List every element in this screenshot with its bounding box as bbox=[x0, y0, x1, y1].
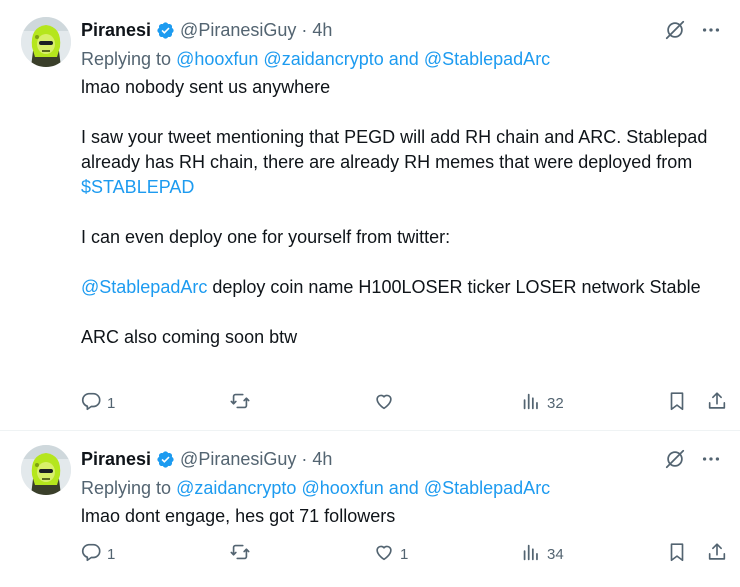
replying-prefix: Replying to bbox=[81, 478, 172, 498]
views-count: 32 bbox=[547, 394, 564, 412]
mention-link[interactable]: @zaidancrypto bbox=[176, 478, 296, 498]
avatar-image bbox=[21, 445, 71, 495]
repost-button[interactable] bbox=[229, 390, 256, 416]
views-icon bbox=[520, 541, 542, 567]
tweet-paragraph: @StablepadArc deploy coin name H100LOSER… bbox=[81, 275, 722, 300]
like-button[interactable]: 1 bbox=[373, 541, 408, 567]
like-icon bbox=[373, 541, 395, 567]
like-icon bbox=[373, 390, 395, 416]
views-button[interactable]: 34 bbox=[520, 541, 564, 567]
grok-icon[interactable] bbox=[664, 17, 686, 43]
like-count: 1 bbox=[400, 545, 409, 563]
tweet-text: lmao nobody sent us anywhere I saw your … bbox=[81, 75, 722, 350]
repost-icon bbox=[229, 390, 251, 416]
repost-icon bbox=[229, 541, 251, 567]
verified-badge-icon bbox=[156, 450, 175, 469]
mention-link[interactable]: @StablepadArc bbox=[424, 49, 550, 69]
cashtag-link[interactable]: $STABLEPAD bbox=[81, 177, 194, 197]
mention-link[interactable]: @hooxfun bbox=[176, 49, 258, 69]
author-name[interactable]: Piranesi bbox=[81, 20, 151, 41]
reply-button[interactable]: 1 bbox=[80, 541, 115, 567]
separator-dot: · bbox=[301, 448, 308, 469]
separator-dot: · bbox=[301, 19, 308, 40]
action-bar: 1 32 bbox=[80, 390, 728, 416]
tweet-text-span: I saw your tweet mentioning that PEGD wi… bbox=[81, 127, 708, 172]
mention-link[interactable]: @StablepadArc bbox=[81, 277, 207, 297]
reply-count: 1 bbox=[107, 545, 116, 563]
mention-link[interactable]: @StablepadArc bbox=[424, 478, 550, 498]
replying-prefix: Replying to bbox=[81, 49, 172, 69]
tweet-paragraph: ARC also coming soon btw bbox=[81, 327, 298, 347]
avatar[interactable] bbox=[21, 17, 71, 67]
tweet[interactable]: Piranesi @PiranesiGuy · 4h Replying to @… bbox=[0, 432, 740, 587]
mention-link[interactable]: @zaidancrypto bbox=[263, 49, 383, 69]
more-icon[interactable] bbox=[700, 446, 722, 472]
tweet-header: Piranesi @PiranesiGuy · 4h bbox=[81, 17, 722, 43]
tweet-text: lmao dont engage, hes got 71 followers bbox=[81, 504, 722, 529]
author-name[interactable]: Piranesi bbox=[81, 449, 151, 470]
reply-count: 1 bbox=[107, 394, 116, 412]
reply-icon bbox=[80, 541, 102, 567]
share-button[interactable] bbox=[706, 541, 728, 567]
tweet-paragraph: I can even deploy one for yourself from … bbox=[81, 227, 451, 247]
reply-button[interactable]: 1 bbox=[80, 390, 115, 416]
author-handle[interactable]: @PiranesiGuy bbox=[180, 449, 296, 470]
bookmark-button[interactable] bbox=[666, 390, 688, 416]
tweet-header: Piranesi @PiranesiGuy · 4h bbox=[81, 446, 722, 472]
views-count: 34 bbox=[547, 545, 564, 563]
bookmark-icon bbox=[666, 390, 688, 416]
timestamp[interactable]: 4h bbox=[312, 20, 332, 41]
and-text[interactable]: and bbox=[389, 478, 419, 498]
tweet-paragraph: lmao nobody sent us anywhere bbox=[81, 77, 331, 97]
reply-icon bbox=[80, 390, 102, 416]
share-icon bbox=[706, 390, 728, 416]
tweet-paragraph: I saw your tweet mentioning that PEGD wi… bbox=[81, 125, 722, 200]
action-bar: 1 1 34 bbox=[80, 541, 728, 567]
like-button[interactable] bbox=[373, 390, 400, 416]
tweet-text-span: deploy coin name H100LOSER ticker LOSER … bbox=[207, 277, 701, 297]
author-handle[interactable]: @PiranesiGuy bbox=[180, 20, 296, 41]
share-icon bbox=[706, 541, 728, 567]
verified-badge-icon bbox=[156, 21, 175, 40]
tweet-paragraph: lmao dont engage, hes got 71 followers bbox=[81, 506, 396, 526]
share-button[interactable] bbox=[706, 390, 728, 416]
repost-button[interactable] bbox=[229, 541, 256, 567]
replying-to: Replying to @hooxfun @zaidancrypto and @… bbox=[81, 47, 722, 71]
bookmark-icon bbox=[666, 541, 688, 567]
mention-link[interactable]: @hooxfun bbox=[301, 478, 383, 498]
avatar-image bbox=[21, 17, 71, 67]
and-text[interactable]: and bbox=[389, 49, 419, 69]
replying-to: Replying to @zaidancrypto @hooxfun and @… bbox=[81, 476, 722, 500]
views-button[interactable]: 32 bbox=[520, 390, 564, 416]
bookmark-button[interactable] bbox=[666, 541, 688, 567]
views-icon bbox=[520, 390, 542, 416]
tweet[interactable]: Piranesi @PiranesiGuy · 4h Replying to @… bbox=[0, 0, 740, 431]
grok-icon[interactable] bbox=[664, 446, 686, 472]
timestamp[interactable]: 4h bbox=[312, 449, 332, 470]
more-icon[interactable] bbox=[700, 17, 722, 43]
avatar[interactable] bbox=[21, 445, 71, 495]
